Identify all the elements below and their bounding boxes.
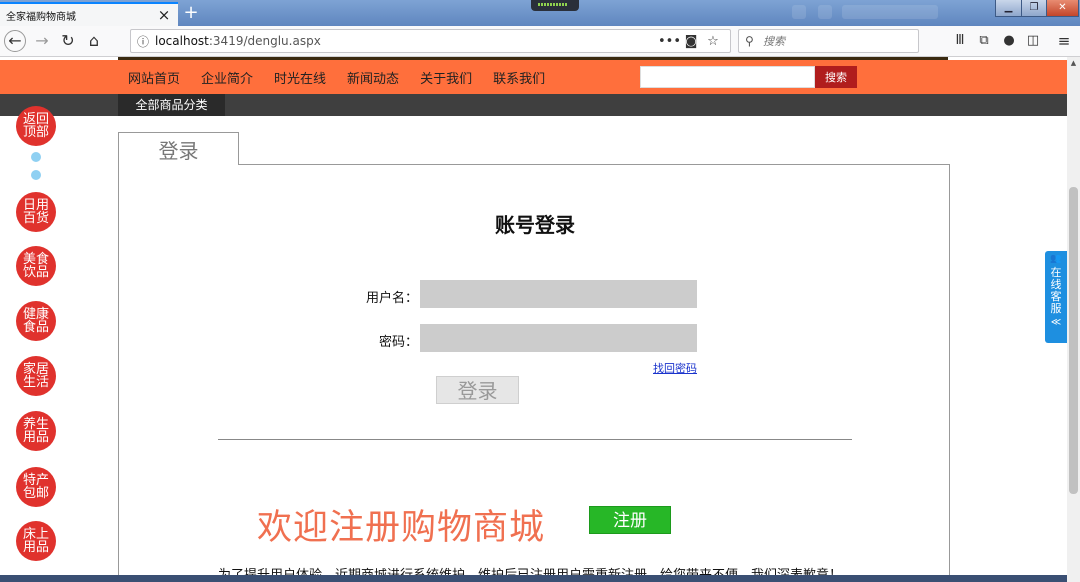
window-titlebar: 全家福购物商城 × + ▁ ❐ ✕ xyxy=(0,0,1080,26)
site-top-nav: 网站首页 企业简介 时光在线 新闻动态 关于我们 联系我们 搜索 xyxy=(0,60,1067,94)
username-input[interactable] xyxy=(420,280,697,308)
browser-search-box[interactable]: ⚲ xyxy=(738,29,919,53)
category-daily-goods[interactable]: 日用百货 xyxy=(16,192,56,232)
bookmark-star-icon[interactable]: ☆ xyxy=(702,34,724,49)
service-label: 在线客服 xyxy=(1050,266,1062,315)
login-submit-button[interactable]: 登录 xyxy=(436,376,519,404)
browser-tab-active[interactable]: 全家福购物商城 × xyxy=(0,2,178,26)
chat-icon[interactable]: ● xyxy=(997,30,1021,52)
menu-icon[interactable]: ≡ xyxy=(1052,30,1076,52)
back-icon[interactable]: ← xyxy=(4,30,26,52)
password-label: 密码： xyxy=(378,335,418,350)
nav-link-contact[interactable]: 联系我们 xyxy=(493,68,545,87)
titlebar-ghost-icon xyxy=(818,5,832,19)
new-tab-button[interactable]: + xyxy=(180,2,202,24)
screenshot-icon[interactable]: ⧉ xyxy=(972,30,996,52)
nav-link-about-us[interactable]: 关于我们 xyxy=(420,68,472,87)
window-restore-button[interactable]: ❐ xyxy=(1021,0,1047,17)
category-bedding[interactable]: 床上用品 xyxy=(16,521,56,561)
nav-link-home[interactable]: 网站首页 xyxy=(128,68,180,87)
category-home-living[interactable]: 家居生活 xyxy=(16,356,56,396)
url-text[interactable]: localhost:3419/denglu.aspx xyxy=(155,34,658,48)
audio-indicator-icon xyxy=(531,0,579,11)
home-icon[interactable]: ⌂ xyxy=(82,30,106,52)
tab-title: 全家福购物商城 xyxy=(6,11,76,23)
search-icon: ⚲ xyxy=(745,34,754,48)
login-panel: 账号登录 用户名： 密码： 找回密码 登录 欢迎注册购物商城 注册 为了提升用户… xyxy=(118,164,950,582)
scroll-thumb[interactable] xyxy=(1069,187,1078,494)
page-scrollbar[interactable]: ▲ xyxy=(1067,57,1080,582)
online-service-widget[interactable]: 👥 在线客服 ≪ xyxy=(1045,251,1067,343)
password-input[interactable] xyxy=(420,324,697,352)
login-heading: 账号登录 xyxy=(495,213,575,237)
category-bar: 全部商品分类 xyxy=(0,94,1067,116)
category-wellness[interactable]: 养生用品 xyxy=(16,411,56,451)
titlebar-ghost-text xyxy=(842,5,938,19)
category-specialty[interactable]: 特产包邮 xyxy=(16,467,56,507)
section-divider xyxy=(218,439,852,440)
browser-toolbar: ← → ↻ ⌂ ⓘ localhost:3419/denglu.aspx •••… xyxy=(0,26,1080,57)
site-info-icon[interactable]: ⓘ xyxy=(137,33,155,50)
register-welcome-text: 欢迎注册购物商城 xyxy=(257,508,546,548)
site-search-button[interactable]: 搜索 xyxy=(815,66,857,88)
reload-icon[interactable]: ↻ xyxy=(56,30,80,52)
library-icon[interactable]: Ⅲ xyxy=(948,30,972,52)
titlebar-ghost-icon xyxy=(792,5,806,19)
service-people-icon: 👥 xyxy=(1050,254,1062,264)
tab-close-icon[interactable]: × xyxy=(156,7,172,23)
window-close-button[interactable]: ✕ xyxy=(1046,0,1079,17)
collapse-icon[interactable]: ≪ xyxy=(1045,317,1067,328)
nav-link-about-company[interactable]: 企业简介 xyxy=(201,68,253,87)
site-search-input[interactable] xyxy=(640,66,815,88)
username-label: 用户名： xyxy=(365,291,418,306)
category-health-food[interactable]: 健康食品 xyxy=(16,301,56,341)
os-taskbar xyxy=(0,575,1067,582)
nav-link-news[interactable]: 新闻动态 xyxy=(347,68,399,87)
register-button[interactable]: 注册 xyxy=(589,506,671,534)
forgot-password-link[interactable]: 找回密码 xyxy=(653,360,697,376)
site-search: 搜索 xyxy=(640,66,857,88)
nav-links: 网站首页 企业简介 时光在线 新闻动态 关于我们 联系我们 xyxy=(128,60,566,94)
page-actions-icon[interactable]: ••• xyxy=(658,34,681,49)
sidebar-icon[interactable]: ◫ xyxy=(1021,30,1045,52)
category-food-drinks[interactable]: 美食饮品 xyxy=(16,246,56,286)
nav-dot xyxy=(31,170,41,180)
nav-dot xyxy=(31,152,41,162)
browser-search-input[interactable] xyxy=(763,34,903,48)
nav-link-online[interactable]: 时光在线 xyxy=(274,68,326,87)
scroll-up-icon[interactable]: ▲ xyxy=(1067,57,1080,70)
back-to-top-button[interactable]: 返回顶部 xyxy=(16,106,56,146)
address-bar[interactable]: ⓘ localhost:3419/denglu.aspx ••• ◙ ☆ xyxy=(130,29,731,53)
window-minimize-button[interactable]: ▁ xyxy=(995,0,1022,17)
all-categories-button[interactable]: 全部商品分类 xyxy=(118,94,225,116)
forward-icon[interactable]: → xyxy=(30,30,54,52)
tab-login[interactable]: 登录 xyxy=(118,132,239,165)
pocket-icon[interactable]: ◙ xyxy=(680,34,702,49)
